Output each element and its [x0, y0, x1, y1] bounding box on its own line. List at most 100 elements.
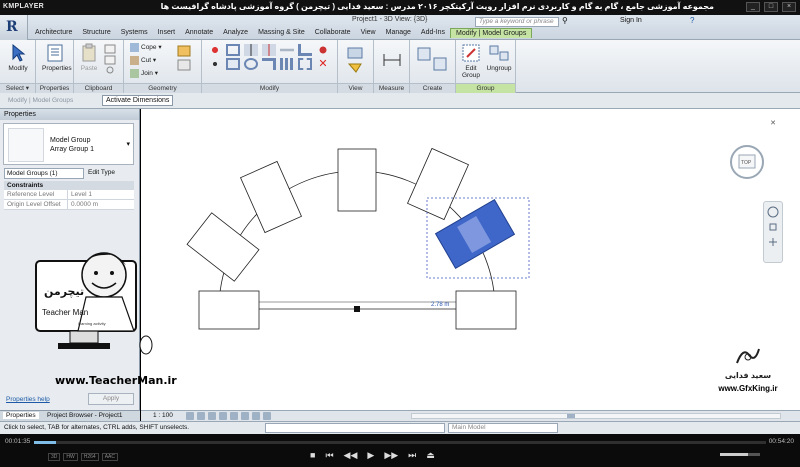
close-icon[interactable]: × — [782, 2, 796, 12]
copy-icon[interactable] — [226, 58, 240, 70]
search-input[interactable]: Type a keyword or phrase — [475, 17, 559, 27]
create-group-icon[interactable] — [416, 46, 450, 74]
view-panel: View — [338, 40, 374, 93]
sign-in-button[interactable]: Sign In — [620, 17, 642, 24]
horizontal-scrollbar[interactable] — [411, 413, 781, 419]
move-icon[interactable] — [208, 58, 222, 70]
reveal-hidden-icon[interactable] — [263, 412, 271, 420]
geometry-panel: Cope ▾ Cut ▾ Join ▾ Geometry — [124, 40, 202, 93]
tab-collaborate[interactable]: Collaborate — [310, 28, 356, 38]
volume-slider[interactable] — [720, 453, 760, 456]
seek-bar[interactable] — [34, 441, 766, 444]
binoculars-icon[interactable]: ⚲ — [562, 16, 568, 25]
stop-icon[interactable]: ■ — [310, 450, 315, 461]
tab-massing-site[interactable]: Massing & Site — [253, 28, 310, 38]
viewcube[interactable]: TOP — [728, 143, 766, 181]
tab-modify-model-groups[interactable]: Modify | Model Groups — [450, 28, 533, 38]
seek-progress — [34, 441, 56, 444]
temp-hide-icon[interactable] — [252, 412, 260, 420]
view-scale[interactable]: 1 : 100 — [153, 412, 173, 419]
drawing-canvas[interactable]: 2.78 m 7 ✕ TOP — [141, 109, 800, 410]
apply-button[interactable]: Apply — [88, 393, 134, 405]
scroll-thumb[interactable] — [567, 414, 575, 418]
pin-icon[interactable] — [316, 44, 330, 56]
tab-properties[interactable]: Properties — [3, 412, 39, 419]
mirror-draw-icon[interactable] — [262, 44, 276, 56]
tab-view[interactable]: View — [356, 28, 381, 38]
geometry-extra-icons[interactable] — [176, 44, 196, 74]
tab-analyze[interactable]: Analyze — [218, 28, 253, 38]
type-selector[interactable]: Model Group Array Group 1 ▾ — [3, 123, 134, 165]
tab-manage[interactable]: Manage — [381, 28, 416, 38]
next-icon[interactable]: ⏭ — [408, 450, 416, 461]
trim-icon[interactable] — [298, 44, 312, 56]
instance-filter-select[interactable]: Model Groups (1) — [4, 168, 84, 179]
tab-architecture[interactable]: Architecture — [30, 28, 77, 38]
offset-icon[interactable] — [226, 44, 240, 56]
rewind-icon[interactable]: ◀◀ — [344, 450, 358, 461]
create-panel: Create — [410, 40, 456, 93]
property-row[interactable]: Origin Level Offset 0.0000 m — [4, 200, 134, 210]
trim-single-icon[interactable] — [262, 58, 276, 70]
edit-group-button[interactable]: Edit Group — [458, 43, 484, 79]
array-icon[interactable] — [280, 58, 294, 70]
tab-add-ins[interactable]: Add-Ins — [416, 28, 450, 38]
tab-systems[interactable]: Systems — [116, 28, 153, 38]
delete-icon[interactable]: ✕ — [316, 58, 330, 70]
rotate-icon[interactable] — [244, 58, 258, 70]
minimize-icon[interactable]: _ — [746, 2, 760, 12]
activate-dimensions-button[interactable]: Activate Dimensions — [102, 95, 174, 106]
constraints-category[interactable]: Constraints — [4, 181, 134, 190]
pan-icon — [769, 238, 777, 246]
split-icon[interactable] — [280, 48, 294, 52]
logo-fa-text: تیچرمن — [44, 285, 84, 298]
plan-drawing: 2.78 m 7 — [186, 147, 530, 330]
type-name: Model Group Array Group 1 — [50, 137, 94, 153]
show-crop-icon[interactable] — [241, 412, 249, 420]
options-context-label: Modify | Model Groups — [8, 97, 74, 104]
hide-in-view-icon[interactable] — [346, 46, 366, 74]
maximize-icon[interactable]: □ — [764, 2, 778, 12]
mirror-axis-icon[interactable] — [244, 44, 258, 56]
properties-button[interactable]: Properties — [42, 43, 72, 72]
forward-icon[interactable]: ▶▶ — [384, 450, 398, 461]
paste-button[interactable]: Paste — [77, 43, 101, 72]
tab-annotate[interactable]: Annotate — [180, 28, 218, 38]
window-controls: _ □ × — [746, 2, 796, 12]
properties-help-link[interactable]: Properties help — [6, 396, 50, 403]
workset-field[interactable] — [265, 423, 445, 433]
close-view-icon[interactable]: ✕ — [770, 119, 776, 127]
ungroup-button[interactable]: Ungroup — [484, 43, 514, 72]
array-member — [337, 148, 377, 212]
navigation-bar[interactable] — [763, 201, 783, 263]
measure-icon[interactable] — [382, 46, 402, 74]
sun-path-icon[interactable] — [208, 412, 216, 420]
media-player-controls: 00:01:35 00:54:20 3D HW H264 AAC ■ ⏮ ◀◀ … — [0, 434, 800, 467]
chevron-down-icon[interactable]: ▾ — [126, 140, 130, 148]
play-icon[interactable]: ▶ — [367, 450, 374, 461]
cope-button[interactable]: Cope ▾ — [130, 43, 162, 52]
select-panel-label[interactable]: Select ▾ — [0, 83, 35, 93]
tab-project-browser[interactable]: Project Browser - Project1 — [44, 412, 126, 419]
modify-button[interactable]: Modify — [4, 43, 32, 72]
video-title: مجموعه آموزشی جامع ، گام به گام و کاربرد… — [160, 2, 714, 11]
help-icon[interactable]: ? — [690, 16, 694, 25]
scale-icon[interactable] — [298, 58, 312, 70]
edit-type-button[interactable]: Edit Type — [88, 169, 115, 176]
detail-level-icon[interactable] — [186, 412, 194, 420]
design-option-select[interactable]: Main Model — [448, 423, 558, 433]
property-row[interactable]: Reference Level Level 1 — [4, 190, 134, 200]
crop-view-icon[interactable] — [230, 412, 238, 420]
cut-button[interactable]: Cut ▾ — [130, 56, 156, 65]
previous-icon[interactable]: ⏮ — [325, 450, 333, 461]
shadows-icon[interactable] — [219, 412, 227, 420]
visual-style-icon[interactable] — [197, 412, 205, 420]
tab-insert[interactable]: Insert — [153, 28, 181, 38]
cut-copy-icons[interactable] — [104, 44, 118, 74]
join-button[interactable]: Join ▾ — [130, 69, 158, 78]
tab-structure[interactable]: Structure — [77, 28, 115, 38]
application-menu-button[interactable]: R — [0, 15, 28, 40]
revit-title-bar: R Project1 - 3D View: {3D} Type a keywor… — [0, 15, 800, 40]
eject-icon[interactable]: ⏏ — [426, 450, 435, 461]
align-icon[interactable] — [208, 44, 222, 56]
